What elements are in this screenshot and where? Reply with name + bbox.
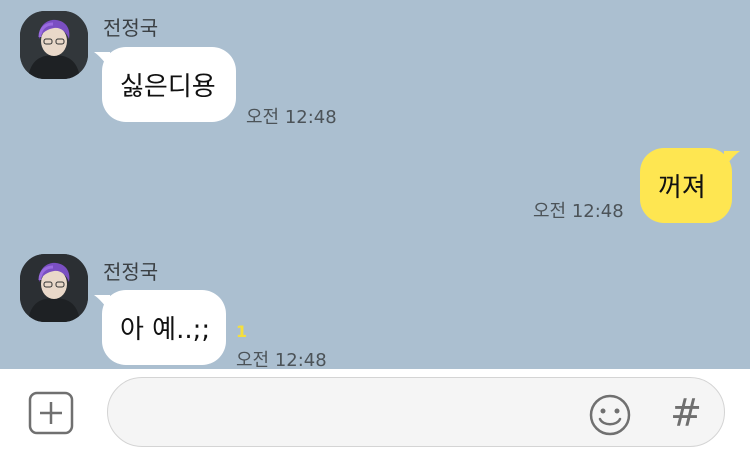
message-text: 꺼져 <box>658 173 706 203</box>
avatar[interactable] <box>20 11 88 79</box>
message-input-bar: # <box>0 369 750 457</box>
message-time: 오전 12:48 <box>533 201 624 222</box>
incoming-message-bubble[interactable]: 아 예..;; <box>102 290 226 365</box>
smiley-icon[interactable] <box>588 393 632 437</box>
sender-name: 전정국 <box>103 16 159 40</box>
sender-name: 전정국 <box>103 260 159 284</box>
outgoing-message-bubble[interactable]: 꺼져 <box>640 148 732 223</box>
message-text: 아 예..;; <box>120 315 211 345</box>
unread-count: 1 <box>236 322 248 341</box>
avatar[interactable] <box>20 254 88 322</box>
incoming-message-bubble[interactable]: 싫은디용 <box>102 47 236 122</box>
chat-area: 전정국 싫은디용 오전 12:48 오전 12:48 꺼져 전정국 아 예..;… <box>0 0 750 369</box>
plus-square-icon[interactable] <box>28 391 74 435</box>
message-time: 오전 12:48 <box>236 350 327 369</box>
message-text: 싫은디용 <box>120 72 216 102</box>
hash-icon[interactable]: # <box>666 389 706 437</box>
bubble-tail <box>724 151 740 167</box>
message-input[interactable] <box>107 377 725 447</box>
message-time: 오전 12:48 <box>246 107 337 128</box>
